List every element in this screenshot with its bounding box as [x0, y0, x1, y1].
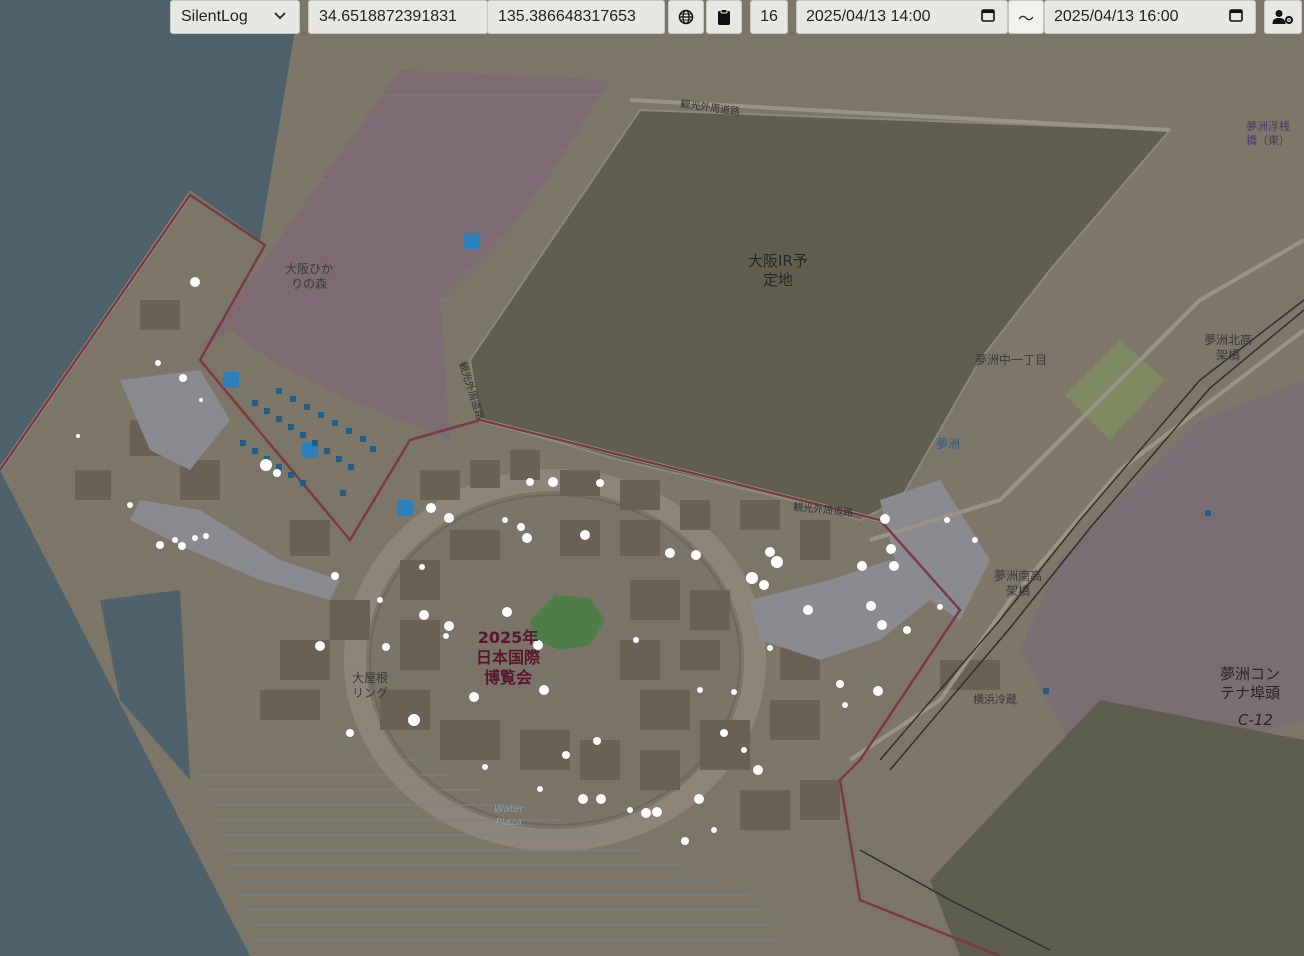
mode-select[interactable]: SilentLog [170, 0, 300, 34]
start-datetime-input[interactable]: 2025/04/13 14:00 [796, 0, 1008, 34]
calendar-icon[interactable] [1229, 8, 1243, 27]
map-label-yumeshima-1chome: 夢洲中一丁目 [975, 353, 1048, 367]
map-label-water-plaza: Water Plaza [494, 804, 524, 828]
longitude-value: 135.386648317653 [498, 8, 636, 25]
clipboard-icon [717, 9, 731, 25]
calendar-icon[interactable] [981, 8, 995, 27]
chevron-down-icon [273, 8, 287, 27]
user-settings-button[interactable] [1264, 0, 1302, 34]
start-datetime-value: 2025/04/13 14:00 [806, 8, 931, 25]
map-label-ring: 大屋根 リング [352, 671, 389, 700]
map-canvas[interactable] [0, 0, 1304, 956]
user-gear-icon [1272, 9, 1294, 25]
latitude-value: 34.6518872391831 [319, 8, 457, 25]
map-label-yokohama-reizo: 横浜冷蔵 [973, 693, 1017, 706]
range-separator: 〜 [1008, 0, 1044, 34]
latitude-input[interactable]: 34.6518872391831 [308, 0, 488, 34]
range-separator-text: 〜 [1017, 11, 1034, 28]
mode-select-value: SilentLog [181, 8, 248, 25]
longitude-input[interactable]: 135.386648317653 [487, 0, 665, 34]
globe-button[interactable] [668, 0, 704, 34]
map-label-c12: C-12 [1238, 711, 1273, 729]
zoom-value: 16 [760, 8, 778, 25]
globe-icon [678, 9, 694, 25]
map-label-ir-site: 大阪IR予 定地 [748, 252, 808, 289]
map-label-forest: 大阪ひか りの森 [285, 262, 334, 291]
map-label-minamikoka: 夢洲南高 架橋 [994, 569, 1043, 598]
map-label-kitakoka: 夢洲北高 架橋 [1204, 333, 1253, 362]
clipboard-button[interactable] [706, 0, 742, 34]
map-label-container: 夢洲コン テナ埠頭 [1220, 665, 1281, 702]
map-label-yumeshima-station: 夢洲 [936, 437, 961, 451]
map-label-pier: 夢洲浮桟 橋（東） [1246, 120, 1290, 147]
zoom-input[interactable]: 16 [750, 0, 788, 34]
map-label-expo: 2025年 日本国際 博覧会 [476, 628, 541, 687]
end-datetime-input[interactable]: 2025/04/13 16:00 [1044, 0, 1256, 34]
end-datetime-value: 2025/04/13 16:00 [1054, 8, 1179, 25]
